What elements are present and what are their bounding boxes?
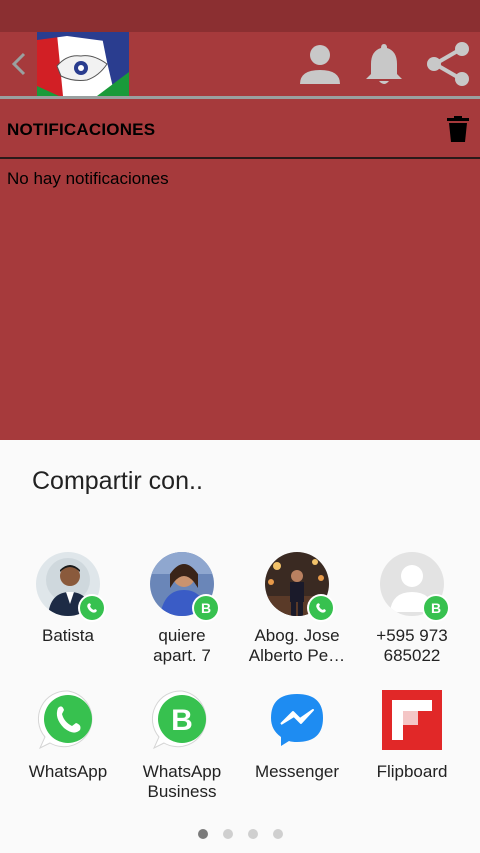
empty-notifications-message: No hay notificaciones: [7, 169, 169, 188]
share-contact-abog-jose[interactable]: Abog. Jose Alberto Pe…: [237, 552, 357, 666]
share-app-whatsapp-business[interactable]: B WhatsApp Business: [122, 688, 242, 802]
bell-icon: [366, 44, 402, 84]
share-sheet: Compartir con.. Batista B quiere apart. …: [0, 440, 480, 853]
chevron-left-icon: [11, 52, 26, 76]
flipboard-icon: [380, 688, 444, 752]
contact-label: quiere apart. 7: [153, 626, 211, 665]
share-app-flipboard[interactable]: Flipboard: [352, 688, 472, 782]
profile-button[interactable]: [296, 40, 344, 88]
app-label: Messenger: [254, 762, 340, 781]
share-button[interactable]: [424, 40, 472, 88]
whatsapp-icon: [36, 688, 100, 752]
notifications-title: NOTIFICACIONES: [7, 120, 156, 139]
status-bar: [0, 0, 480, 32]
back-button[interactable]: [4, 42, 34, 86]
app-label: WhatsApp: [28, 762, 108, 781]
business-badge-icon: B: [422, 594, 450, 622]
whatsapp-business-icon: B: [150, 688, 214, 752]
share-app-whatsapp[interactable]: WhatsApp: [8, 688, 128, 782]
business-badge-icon: B: [192, 594, 220, 622]
page-dot-3[interactable]: [247, 829, 258, 839]
notifications-divider: [0, 157, 480, 159]
app-label: WhatsApp Business: [142, 762, 222, 801]
share-contact-batista[interactable]: Batista: [8, 552, 128, 646]
share-contact-phone[interactable]: B +595 973 685022: [352, 552, 472, 666]
page-indicator: [0, 829, 480, 839]
contact-label: +595 973 685022: [376, 626, 448, 665]
page-dot-1[interactable]: [197, 829, 208, 839]
whatsapp-badge-icon: [307, 594, 335, 622]
contact-label: Batista: [42, 626, 94, 645]
delete-notifications-button[interactable]: [444, 114, 472, 144]
share-sheet-title: Compartir con..: [32, 467, 203, 495]
messenger-icon: [265, 688, 329, 752]
whatsapp-badge-icon: [78, 594, 106, 622]
trash-icon: [447, 116, 469, 142]
page-dot-4[interactable]: [272, 829, 283, 839]
user-icon: [300, 45, 340, 84]
page-dot-2[interactable]: [222, 829, 233, 839]
contact-label: Abog. Jose Alberto Pe…: [248, 626, 346, 665]
app-logo: [37, 32, 129, 96]
svg-text:B: B: [171, 704, 193, 737]
share-app-messenger[interactable]: Messenger: [237, 688, 357, 782]
share-contact-quiere[interactable]: B quiere apart. 7: [122, 552, 242, 666]
notifications-button[interactable]: [360, 40, 408, 88]
share-icon: [427, 42, 469, 86]
app-label: Flipboard: [376, 762, 448, 781]
